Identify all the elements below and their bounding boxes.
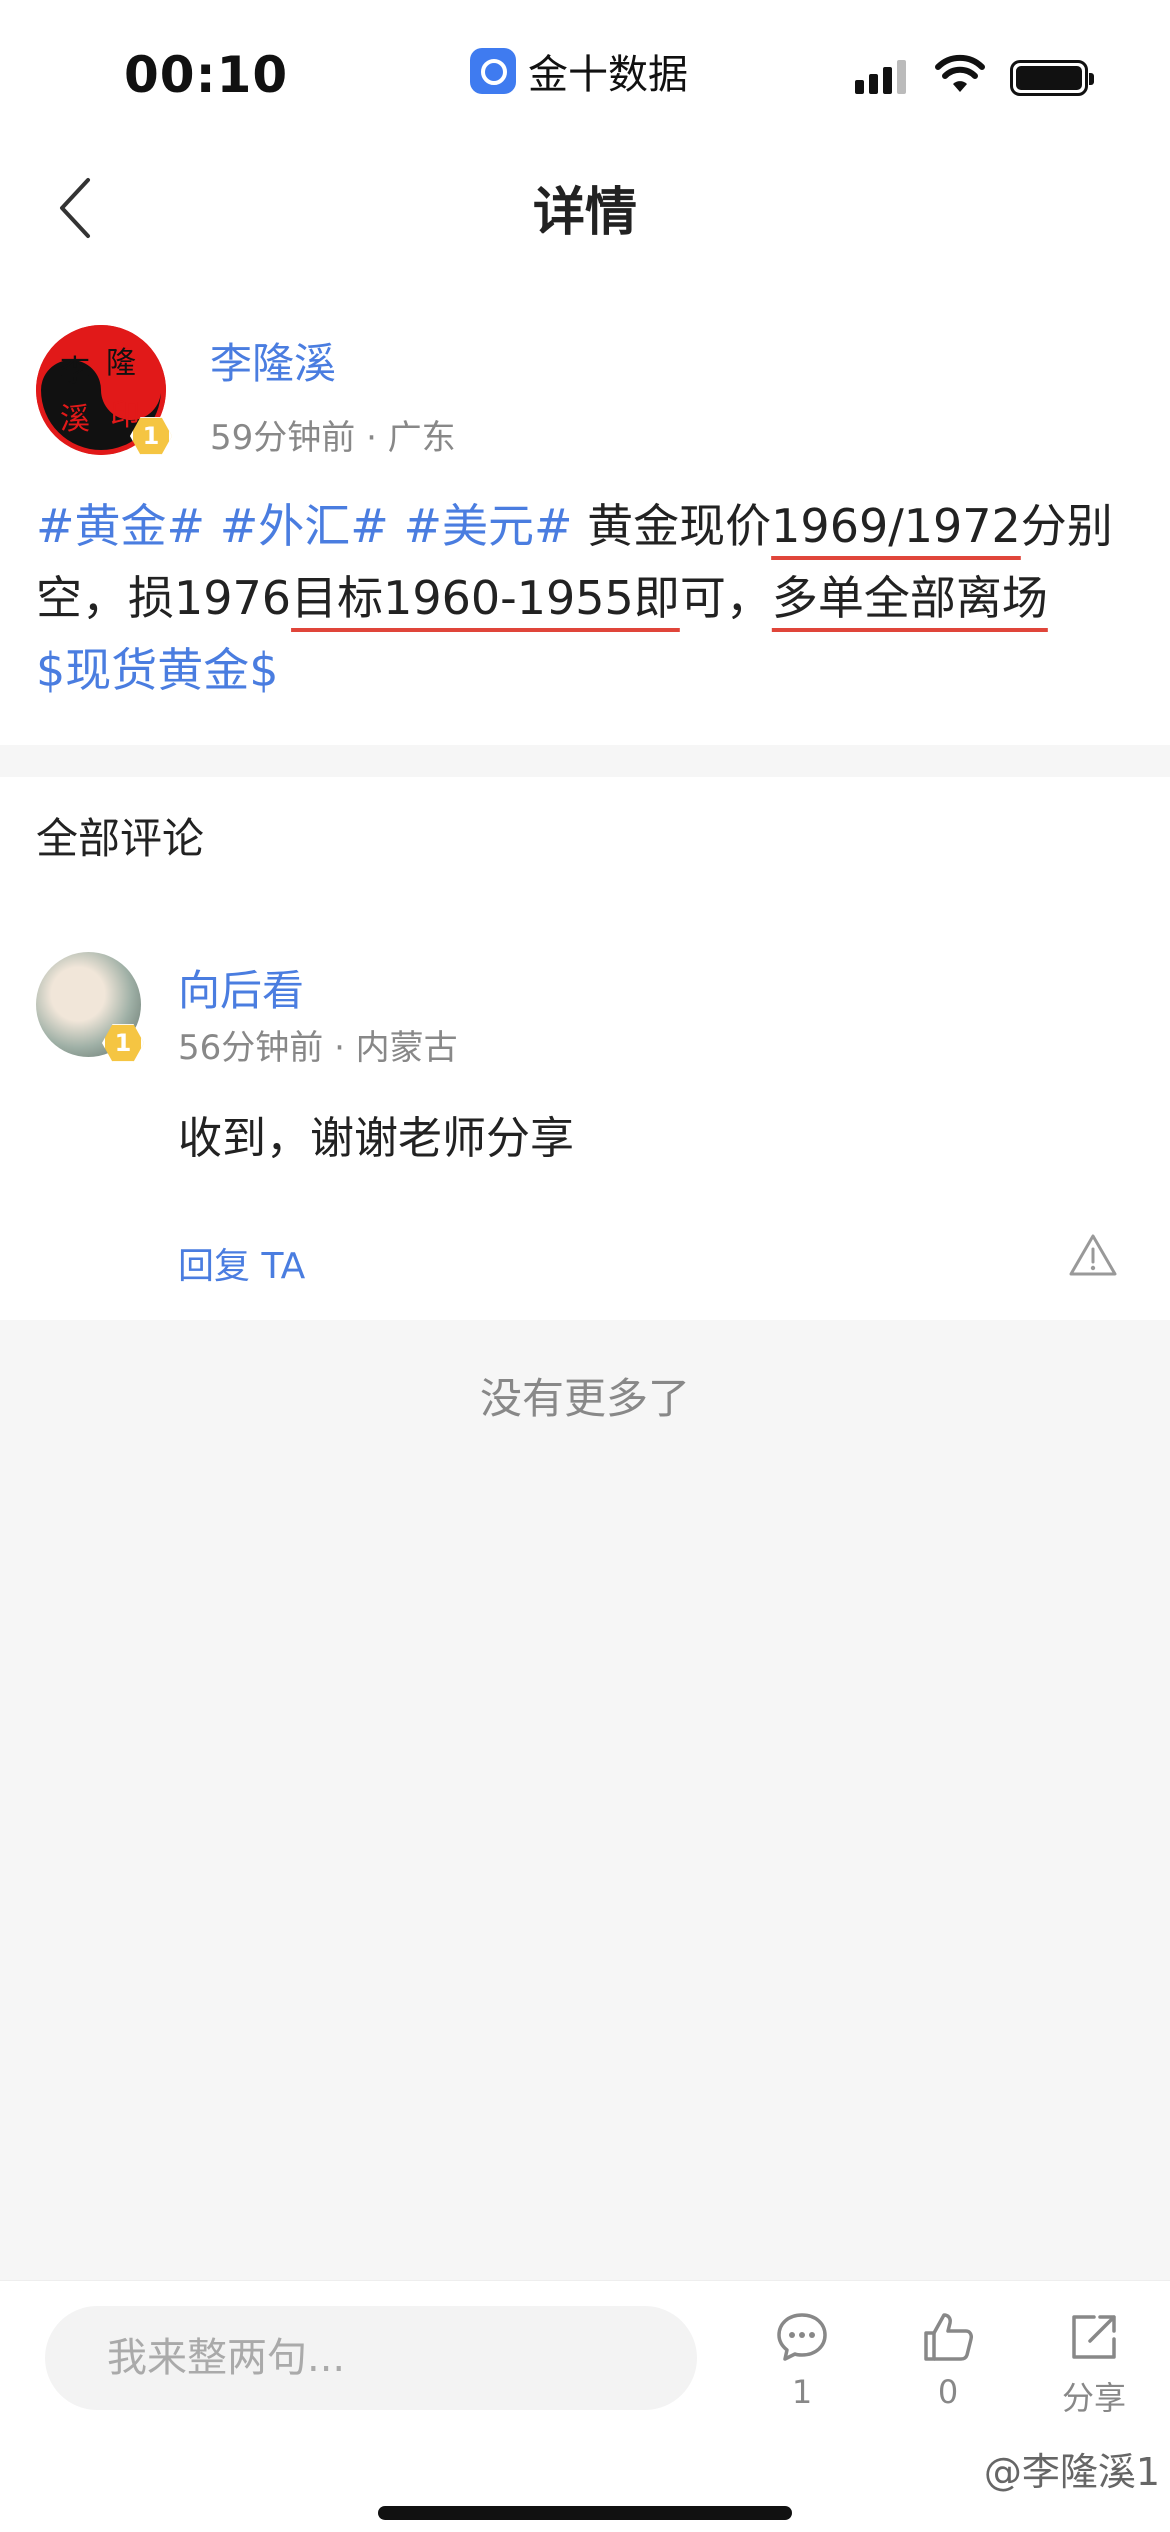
stock-tag-link[interactable]: $现货黄金$ bbox=[36, 643, 279, 697]
share-label: 分享 bbox=[1061, 2379, 1126, 2417]
post-content: #黄金# #外汇# #美元# 黄金现价1969/1972分别空，损1976目标1… bbox=[36, 490, 1136, 706]
comments-heading: 全部评论 bbox=[36, 814, 205, 863]
home-indicator bbox=[378, 2506, 792, 2520]
app-icon bbox=[470, 48, 516, 94]
post-text-underlined: 1969/1972 bbox=[771, 499, 1021, 553]
comment-count-button[interactable]: 1 bbox=[752, 2309, 852, 2411]
status-time: 00:10 bbox=[124, 46, 289, 104]
post-text-underlined: 目标1960-1955即 bbox=[291, 571, 680, 625]
post-text: 可， bbox=[679, 571, 772, 625]
comments-header: 全部评论 bbox=[0, 777, 1170, 872]
comment-item: 1 向后看 56分钟前 · 内蒙古 收到，谢谢老师分享 回复 TA bbox=[0, 872, 1170, 1320]
battery-icon bbox=[1010, 60, 1094, 96]
like-button[interactable]: 0 bbox=[898, 2309, 998, 2411]
reply-button[interactable]: 回复 TA bbox=[178, 1237, 305, 1289]
bottom-action-bar: 1 0 分享 @李隆溪1 bbox=[0, 2280, 1170, 2532]
svg-text:李: 李 bbox=[60, 354, 90, 389]
wifi-icon bbox=[935, 54, 985, 92]
tag-link[interactable]: #外汇# bbox=[220, 499, 389, 553]
comment-input[interactable] bbox=[45, 2306, 697, 2410]
cellular-signal-icon bbox=[855, 60, 906, 94]
thumbs-up-icon bbox=[924, 2313, 973, 2361]
back-to-app[interactable]: 金十数据 bbox=[470, 42, 688, 100]
comment-count: 1 bbox=[791, 2373, 813, 2411]
comment-meta: 56分钟前 · 内蒙古 bbox=[178, 1028, 458, 1068]
report-warning-icon[interactable] bbox=[1068, 1232, 1118, 1278]
share-button[interactable]: 分享 bbox=[1044, 2309, 1144, 2419]
nav-header: 详情 bbox=[0, 140, 1170, 280]
page-title: 详情 bbox=[532, 183, 637, 243]
svg-text:溪: 溪 bbox=[60, 402, 90, 437]
like-count: 0 bbox=[937, 2373, 959, 2411]
post-text: 黄金现价 bbox=[587, 499, 772, 553]
tag-link[interactable]: #黄金# bbox=[36, 499, 205, 553]
end-of-list-text: 没有更多了 bbox=[479, 1374, 690, 1423]
author-name[interactable]: 李隆溪 bbox=[210, 330, 336, 391]
post-card: 李 隆 溪 印 1 李隆溪 59分钟前 · 广东 #黄金# #外汇# #美元# … bbox=[0, 280, 1170, 745]
back-to-app-label: 金十数据 bbox=[528, 52, 688, 98]
svg-text:隆: 隆 bbox=[106, 346, 136, 381]
commenter-name[interactable]: 向后看 bbox=[178, 957, 304, 1018]
share-icon bbox=[1072, 2315, 1116, 2359]
comment-bubble-icon bbox=[777, 2313, 827, 2361]
comment-text: 收到，谢谢老师分享 bbox=[178, 1113, 574, 1164]
tag-link[interactable]: #美元# bbox=[403, 499, 572, 553]
watermark: @李隆溪1 bbox=[983, 2450, 1160, 2494]
post-meta: 59分钟前 · 广东 bbox=[210, 418, 456, 458]
status-bar: 00:10 金十数据 bbox=[0, 0, 1170, 140]
post-text-underlined: 多单全部离场 bbox=[771, 571, 1048, 625]
